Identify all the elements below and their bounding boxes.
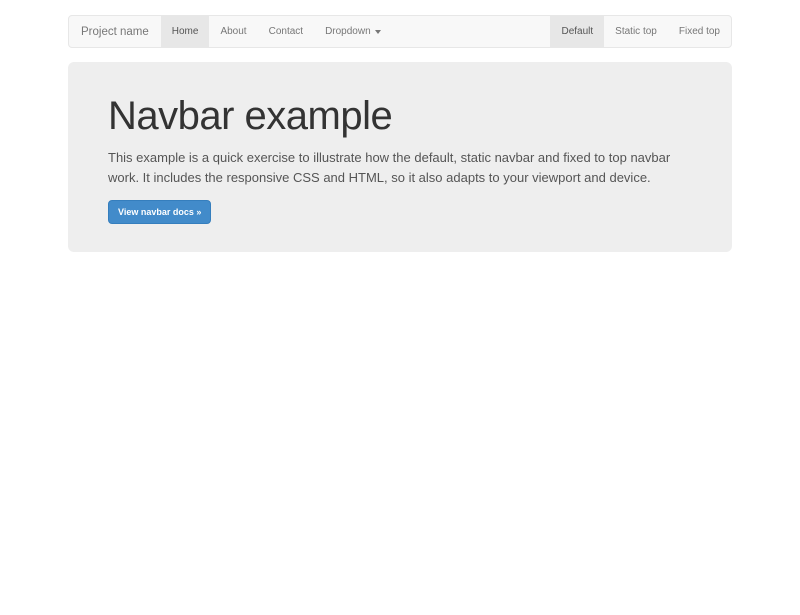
view-navbar-docs-button[interactable]: View navbar docs » xyxy=(108,200,211,224)
jumbotron-description: This example is a quick exercise to illu… xyxy=(108,148,692,188)
nav-item-default[interactable]: Default xyxy=(550,16,604,47)
page-container: Project name Home About Contact Dropdown… xyxy=(68,15,732,252)
jumbotron: Navbar example This example is a quick e… xyxy=(68,62,732,252)
nav-item-static-top[interactable]: Static top xyxy=(604,16,668,47)
navbar-left-nav: Home About Contact Dropdown xyxy=(161,16,392,47)
page-title: Navbar example xyxy=(108,94,692,138)
nav-item-home[interactable]: Home xyxy=(161,16,210,47)
navbar-right-nav: Default Static top Fixed top xyxy=(550,16,731,47)
nav-item-contact[interactable]: Contact xyxy=(258,16,314,47)
navbar-brand[interactable]: Project name xyxy=(69,16,161,47)
nav-item-dropdown-label: Dropdown xyxy=(325,26,371,37)
nav-item-about[interactable]: About xyxy=(209,16,257,47)
caret-down-icon xyxy=(375,30,381,34)
nav-item-dropdown[interactable]: Dropdown xyxy=(314,16,392,47)
navbar: Project name Home About Contact Dropdown… xyxy=(68,15,732,48)
nav-item-fixed-top[interactable]: Fixed top xyxy=(668,16,731,47)
